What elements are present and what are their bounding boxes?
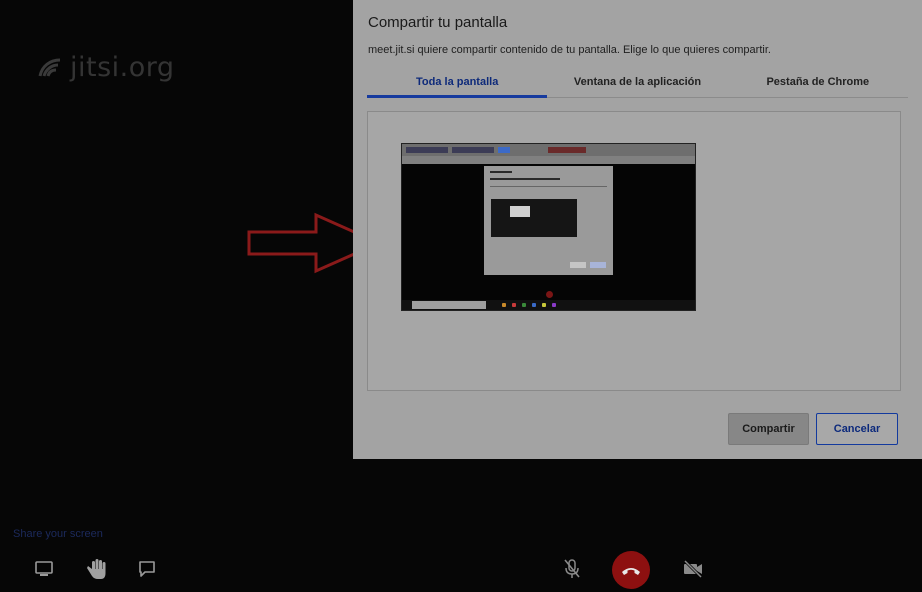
screen-thumbnail[interactable] [401,143,696,311]
tab-entire-screen[interactable]: Toda la pantalla [367,73,548,98]
thumbnail-hangup [546,291,553,298]
logo-text: jitsi.org [70,52,175,83]
raise-hand-icon[interactable] [84,556,110,582]
share-screen-dialog: Compartir tu pantalla meet.jit.si quiere… [353,0,922,459]
tab-chrome-tab[interactable]: Pestaña de Chrome [728,73,908,97]
thumbnail-taskbar [402,300,695,310]
tab-application-window[interactable]: Ventana de la aplicación [547,73,727,97]
dialog-tabs: Toda la pantalla Ventana de la aplicació… [367,73,908,98]
hangup-button[interactable] [612,551,650,589]
dialog-title: Compartir tu pantalla [368,14,508,31]
share-button[interactable]: Compartir [728,413,809,445]
screen-share-icon[interactable] [31,556,57,582]
thumbnail-tabbar [402,144,695,156]
thumbnail-addressbar [402,156,695,164]
hangup-icon [622,568,640,575]
screen-preview-area [367,111,901,391]
dialog-description: meet.jit.si quiere compartir contenido d… [368,44,771,56]
jitsi-logo-icon [38,58,61,77]
chat-icon[interactable] [134,556,160,582]
thumbnail-dialog [484,166,613,275]
jitsi-logo: jitsi.org [36,52,175,83]
camera-off-icon[interactable] [680,556,706,582]
cancel-button[interactable]: Cancelar [816,413,898,445]
mic-muted-icon[interactable] [559,556,585,582]
share-screen-hint: Share your screen [13,528,103,540]
